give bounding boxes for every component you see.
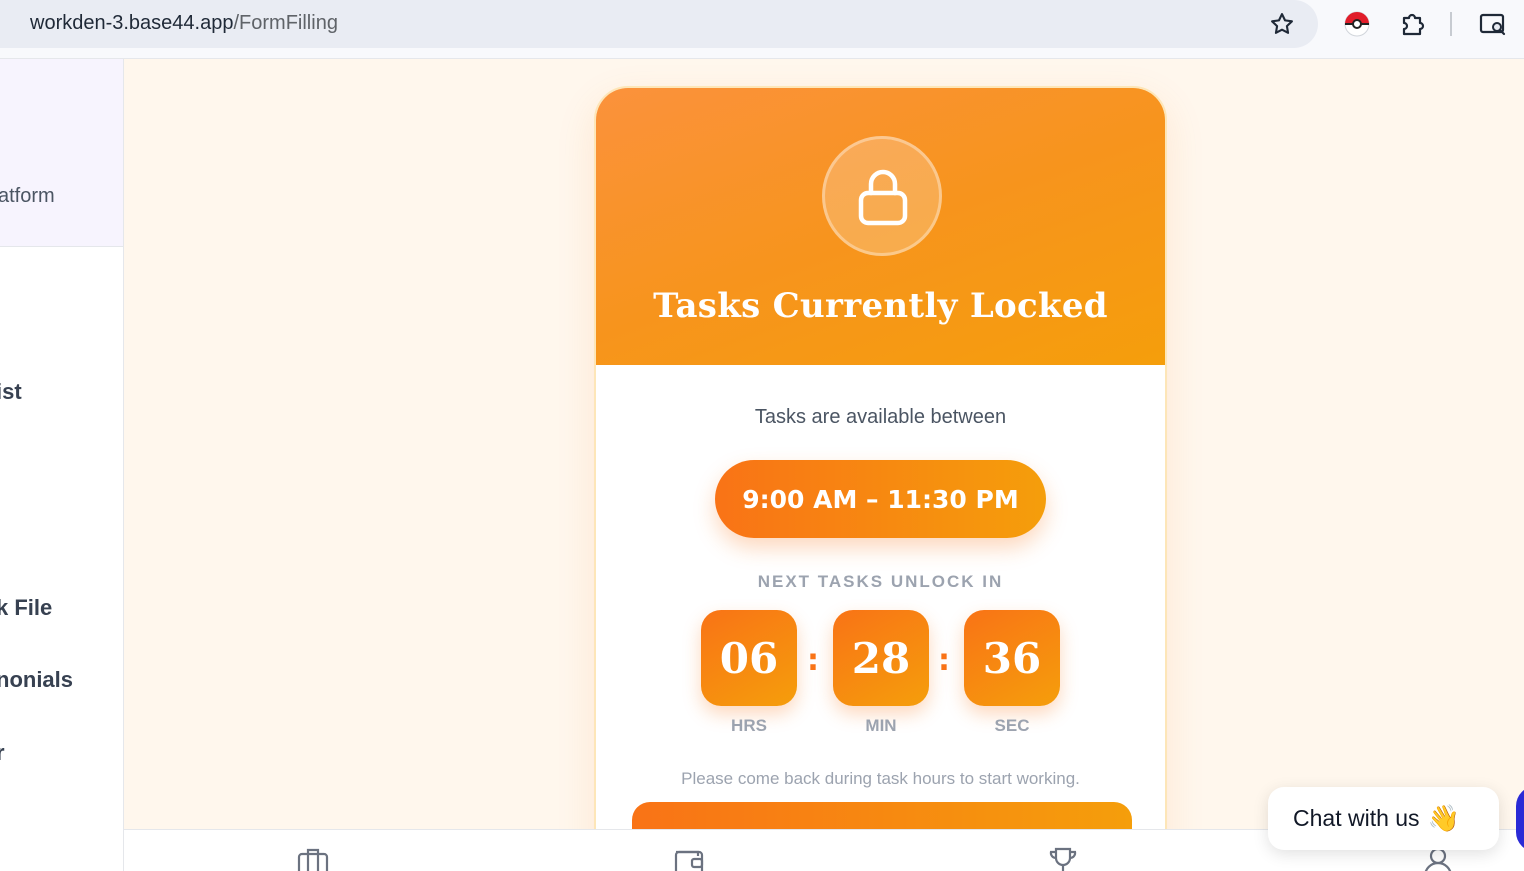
url-host: workden-3.base44.app [30, 12, 234, 34]
briefcase-icon[interactable] [296, 844, 330, 871]
countdown-hours: 06 [701, 610, 797, 706]
lock-badge [822, 136, 942, 256]
come-back-text: Please come back during task hours to st… [681, 769, 1080, 788]
toolbar-divider [1450, 12, 1452, 36]
sidebar-item-testimonials[interactable]: nonials [0, 667, 73, 693]
star-icon[interactable] [1268, 10, 1296, 38]
unlock-label: NEXT TASKS UNLOCK IN [757, 572, 1004, 591]
pokeball-extension-icon[interactable] [1344, 11, 1370, 37]
waving-hand-icon: 👋 [1427, 803, 1460, 833]
countdown-seconds: 36 [964, 610, 1060, 706]
countdown-hours-label: HRS [731, 716, 767, 735]
url-text[interactable]: workden-3.base44.app/FormFilling [30, 12, 338, 35]
card-title: Tasks Currently Locked [653, 286, 1108, 326]
sidebar-item-file[interactable]: k File [0, 595, 52, 621]
google-lens-icon[interactable] [1478, 10, 1508, 38]
trophy-icon[interactable] [1046, 844, 1080, 871]
sidebar-tagline: atform [0, 185, 55, 207]
sidebar: atform ist k File nonials r [0, 59, 124, 871]
chat-with-us-button[interactable]: Chat with us 👋 [1268, 787, 1499, 850]
availability-text: Tasks are available between [754, 406, 1007, 428]
countdown-seconds-label: SEC [994, 716, 1030, 735]
task-hours-pill: 9:00 AM – 11:30 PM [715, 460, 1046, 538]
countdown-separator: : [807, 643, 819, 678]
browser-toolbar: workden-3.base44.app/FormFilling [0, 0, 1524, 59]
countdown-separator: : [938, 643, 950, 678]
card-header: Tasks Currently Locked [596, 88, 1165, 365]
sidebar-header: atform [0, 59, 123, 247]
tasks-locked-card: Tasks Currently Locked Tasks are availab… [594, 86, 1167, 871]
sidebar-item-other[interactable]: r [0, 740, 5, 766]
chat-label: Chat with us [1293, 805, 1420, 831]
sidebar-item-list[interactable]: ist [0, 379, 22, 405]
countdown-minutes: 28 [833, 610, 929, 706]
countdown-minutes-label: MIN [865, 716, 897, 735]
extensions-puzzle-icon[interactable] [1398, 9, 1428, 39]
lock-icon [858, 169, 908, 226]
wallet-icon[interactable] [672, 844, 706, 871]
url-path: /FormFilling [233, 12, 338, 34]
